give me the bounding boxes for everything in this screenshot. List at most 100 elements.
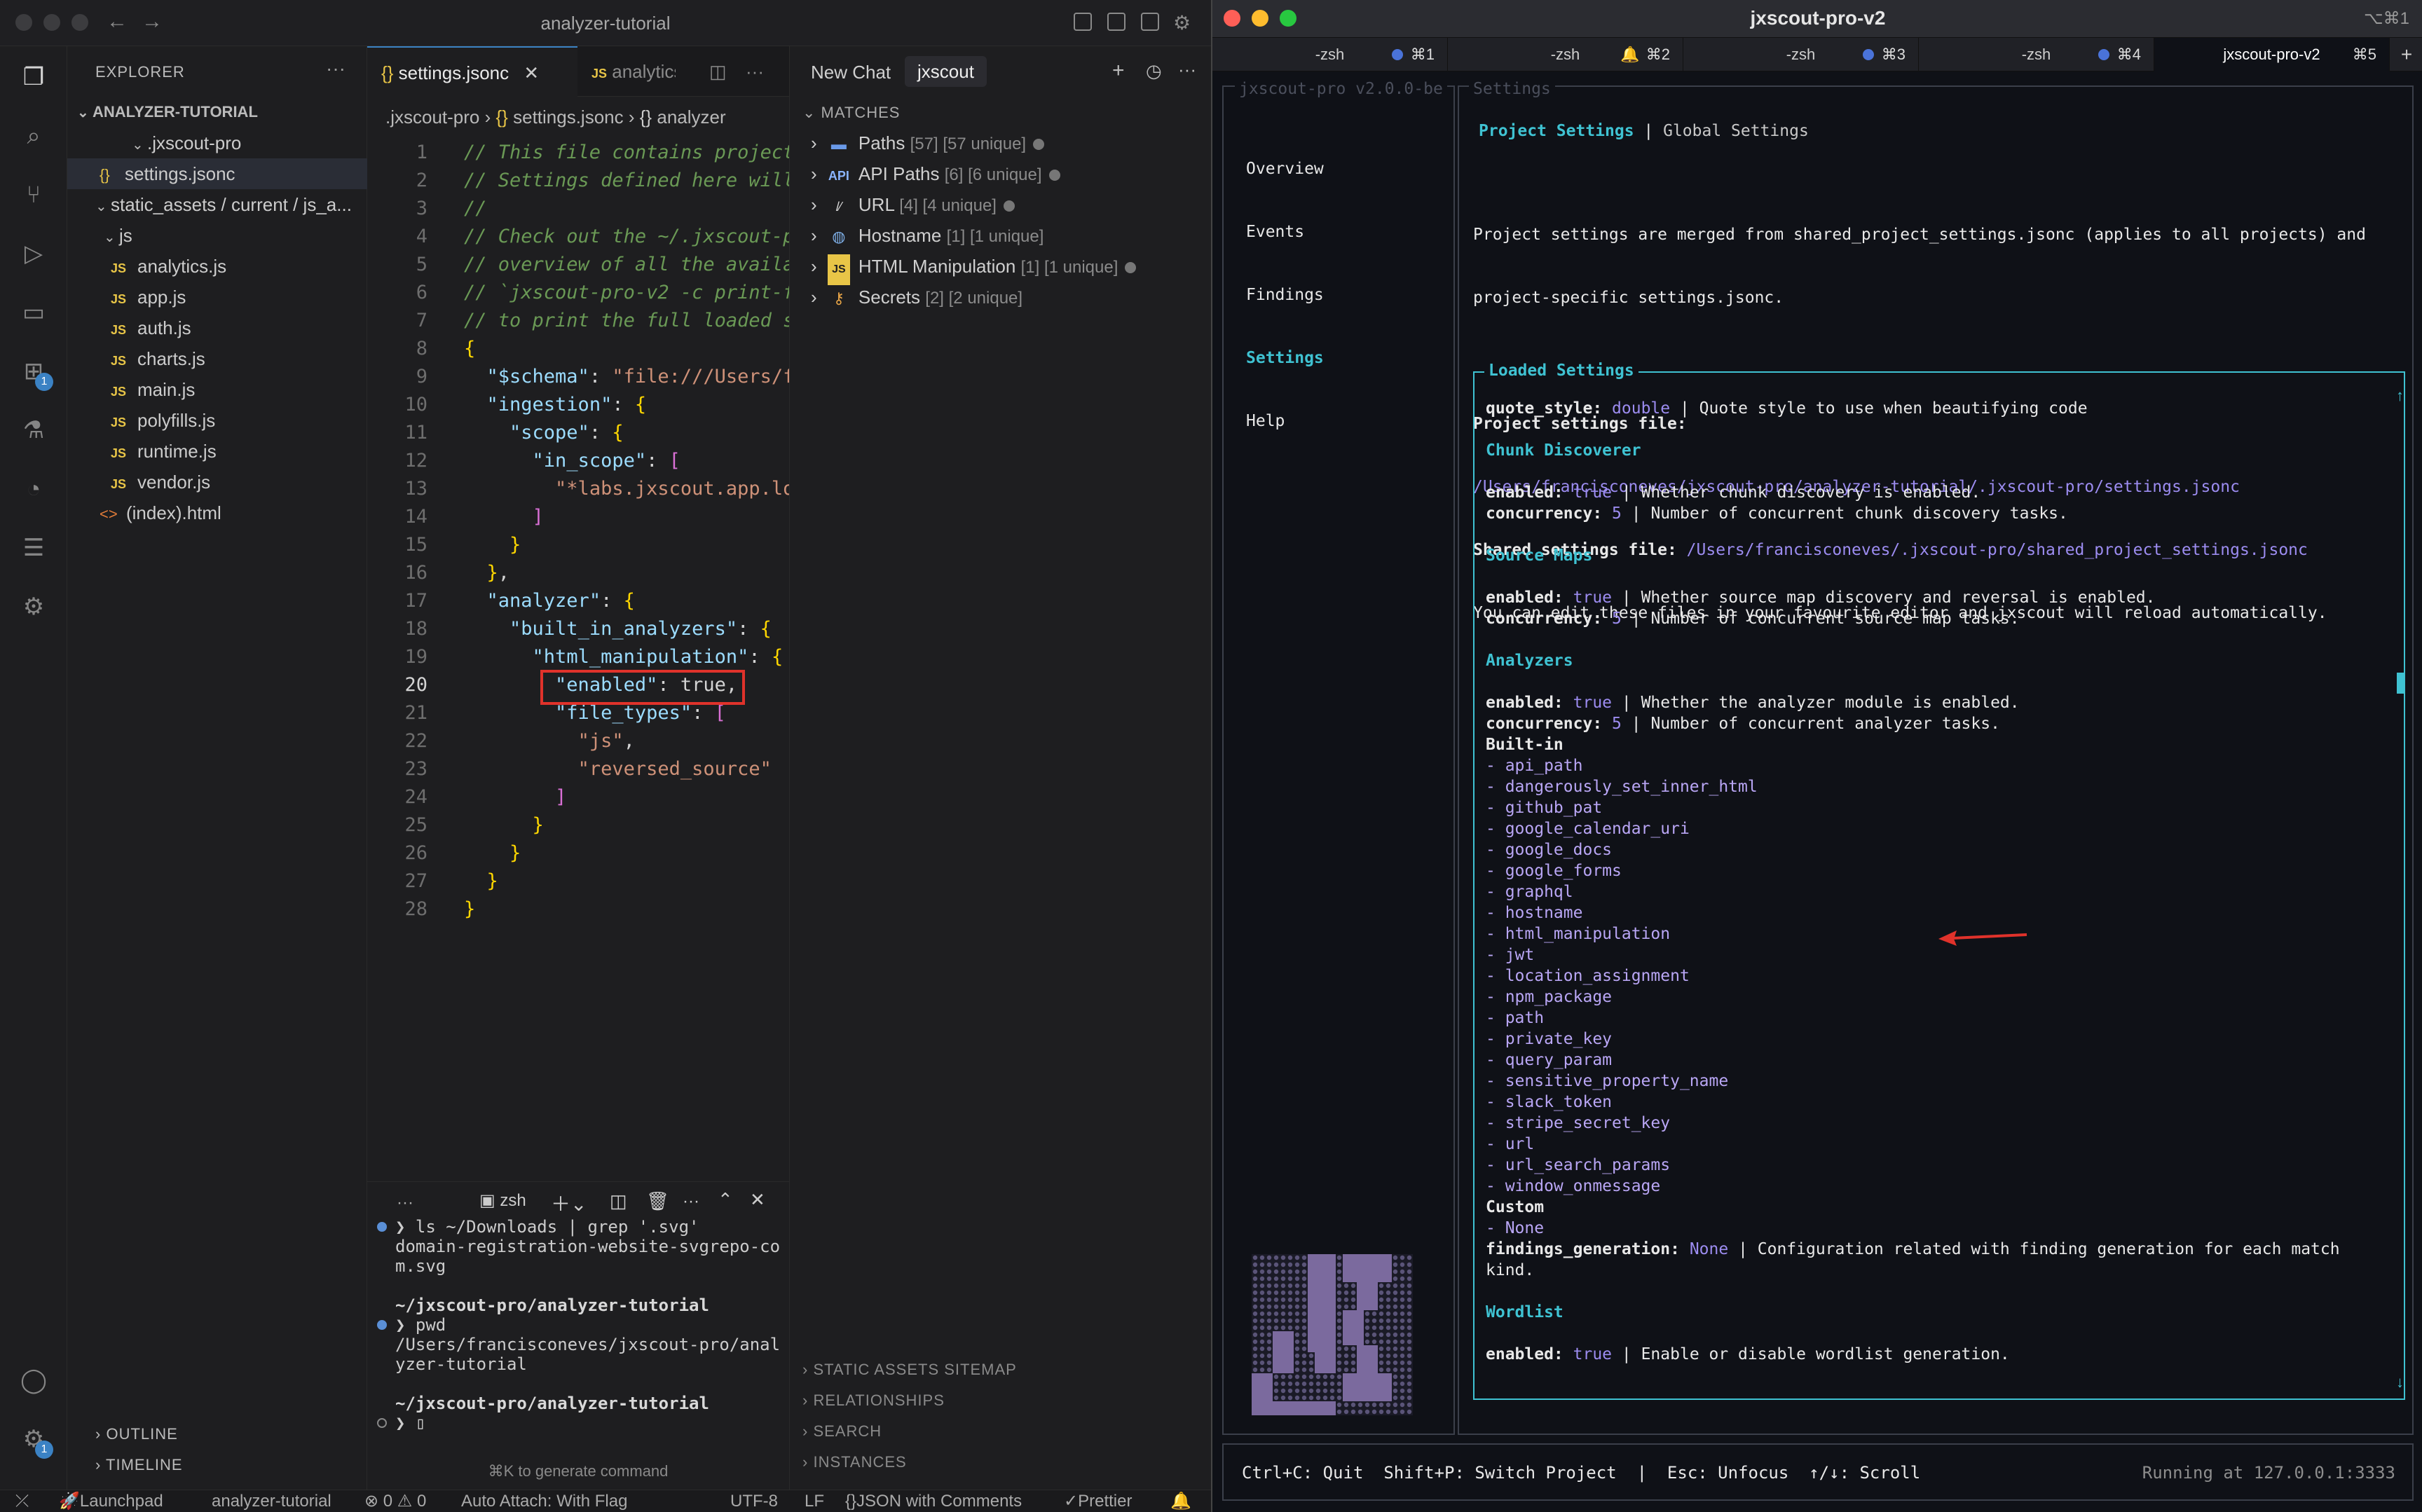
tree-item-js-file[interactable]: JS main.js xyxy=(67,374,367,405)
match-row-hostname[interactable]: › ◍ Hostname [1] [1 unique] xyxy=(811,220,1044,251)
nav-item-help[interactable]: Help xyxy=(1246,411,1324,432)
code-line[interactable]: 16 }, xyxy=(367,559,789,587)
run-debug-icon[interactable]: ▷ xyxy=(17,237,50,270)
loaded-settings-box[interactable]: Loaded Settings ↑ ↓ quote_style: double … xyxy=(1473,360,2405,1400)
code-line[interactable]: 12 "in_scope": [ xyxy=(367,447,789,475)
code-line[interactable]: 8{ xyxy=(367,335,789,363)
match-row-html-manipulation[interactable]: › JS HTML Manipulation [1] [1 unique] xyxy=(811,251,1137,285)
code-line[interactable]: 3 // xyxy=(367,195,789,223)
code-line[interactable]: 17 "analyzer": { xyxy=(367,587,789,615)
explorer-files-icon[interactable]: ❐ xyxy=(17,60,50,94)
terminal-tab-5[interactable]: jxscout-pro-v2 ⌘5 xyxy=(2154,38,2390,71)
nav-item-findings[interactable]: Findings xyxy=(1246,284,1324,305)
language-status[interactable]: {} JSON with Comments xyxy=(845,1490,1022,1512)
code-line[interactable]: 22 "js", xyxy=(367,727,789,755)
toggle-sidebar-icon[interactable] xyxy=(1074,13,1092,31)
code-line[interactable]: 25 } xyxy=(367,811,789,839)
breadcrumb-item[interactable]: settings.jsonc xyxy=(513,106,624,128)
tree-item-js-file[interactable]: JS auth.js xyxy=(67,312,367,343)
split-terminal-icon[interactable]: ◫ xyxy=(610,1190,627,1212)
remote-indicator-icon[interactable]: ⤫ xyxy=(15,1490,29,1512)
jxscout-extension-icon[interactable]: ⚙ xyxy=(17,590,50,624)
code-line[interactable]: 13 "*labs.jxscout.app.loc xyxy=(367,475,789,503)
breadcrumb-item[interactable]: .jxscout-pro xyxy=(385,106,479,128)
toggle-secondary-sidebar-icon[interactable] xyxy=(1141,13,1159,31)
code-line[interactable]: 24 ] xyxy=(367,783,789,811)
tree-item-js-file[interactable]: JS polyfills.js xyxy=(67,405,367,436)
remote-explorer-icon[interactable]: ▭ xyxy=(17,296,50,329)
code-line[interactable]: 27 } xyxy=(367,867,789,895)
tree-item-js-file[interactable]: JS runtime.js xyxy=(67,436,367,467)
code-line[interactable]: 19 "html_manipulation": { xyxy=(367,643,789,671)
prettier-status[interactable]: ✓ Prettier xyxy=(1064,1490,1132,1512)
timeline-history-icon[interactable]: ◔ xyxy=(17,472,50,506)
code-line[interactable]: 18 "built_in_analyzers": { xyxy=(367,615,789,643)
code-line[interactable]: 9 "$schema": "file:///Users/fr xyxy=(367,363,789,391)
outline-section[interactable]: › OUTLINE xyxy=(95,1425,178,1443)
code-line[interactable]: 11 "scope": { xyxy=(367,419,789,447)
eol-status[interactable]: LF xyxy=(805,1490,824,1512)
code-line[interactable]: 7 // to print the full loaded se xyxy=(367,307,789,335)
code-line[interactable]: 6 // `jxscout-pro-v2 -c print-fu xyxy=(367,279,789,307)
terminal-shell-selector[interactable]: ▣ zsh xyxy=(479,1190,526,1211)
code-line[interactable]: 1 // This file contains project xyxy=(367,139,789,167)
tree-item-jxscout-pro[interactable]: ⌄ .jxscout-pro xyxy=(67,128,367,158)
code-line[interactable]: 4 // Check out the ~/.jxscout-pr xyxy=(367,223,789,251)
terminal-tab-3[interactable]: -zsh ⌘3 xyxy=(1683,38,1919,71)
launchpad-item[interactable]: 🚀 Launchpad xyxy=(59,1490,163,1512)
scroll-down-icon[interactable]: ↓ xyxy=(2396,1373,2404,1391)
encoding-status[interactable]: UTF-8 xyxy=(730,1490,778,1512)
scrollbar-thumb[interactable] xyxy=(2397,673,2405,694)
tab-settings-jsonc[interactable]: {} settings.jsonc ✕ xyxy=(367,46,577,97)
editor-more-icon[interactable]: ··· xyxy=(746,46,781,97)
code-line[interactable]: 26 } xyxy=(367,839,789,867)
tab-analytics[interactable]: JS analytics. xyxy=(577,46,676,97)
section-search[interactable]: › SEARCH xyxy=(802,1422,882,1441)
jxscout-tab[interactable]: jxscout xyxy=(905,56,987,87)
auto-attach-status[interactable]: Auto Attach: With Flag xyxy=(461,1490,627,1512)
extensions-icon[interactable]: ⊞ 1 xyxy=(17,355,53,391)
code-line[interactable]: 10 "ingestion": { xyxy=(367,391,789,419)
nav-item-settings[interactable]: Settings xyxy=(1246,348,1324,369)
tree-item-js-file[interactable]: JS vendor.js xyxy=(67,467,367,497)
new-terminal-icon[interactable]: ＋⌄ xyxy=(551,1189,587,1217)
breadcrumb-item[interactable]: analyzer xyxy=(657,106,725,128)
terminal-actions-icon[interactable]: ··· xyxy=(683,1192,699,1211)
tree-item-js-file[interactable]: JS app.js xyxy=(67,282,367,312)
code-line[interactable]: 14 ] xyxy=(367,503,789,531)
matches-header[interactable]: ⌄ MATCHES xyxy=(802,104,900,122)
more-actions-icon[interactable]: ··· xyxy=(326,57,345,80)
trash-icon[interactable]: 🗑 xyxy=(646,1190,669,1212)
section-static-assets-sitemap[interactable]: › STATIC ASSETS SITEMAP xyxy=(802,1361,1017,1379)
scroll-up-icon[interactable]: ↑ xyxy=(2396,387,2404,405)
tree-item-js-file[interactable]: JS analytics.js xyxy=(67,251,367,282)
code-line[interactable]: 15 } xyxy=(367,531,789,559)
new-chat-tab[interactable]: New Chat xyxy=(811,62,891,83)
nav-item-overview[interactable]: Overview xyxy=(1246,158,1324,179)
tree-item-js-file[interactable]: JS charts.js xyxy=(67,343,367,374)
timeline-section[interactable]: › TIMELINE xyxy=(95,1456,183,1474)
testing-flask-icon[interactable]: ⚗ xyxy=(17,413,50,447)
match-row-url[interactable]: › /⁄ URL [4] [4 unique] xyxy=(811,189,1015,220)
folder-status[interactable]: analyzer-tutorial xyxy=(212,1490,331,1512)
code-line[interactable]: 2 // Settings defined here will xyxy=(367,167,789,195)
database-icon[interactable]: ☰ xyxy=(17,531,50,565)
history-icon[interactable]: ◷ xyxy=(1146,60,1162,82)
settings-gear-icon[interactable]: ⚙ xyxy=(1173,11,1191,34)
tree-item-html-file[interactable]: <> (index).html xyxy=(67,497,367,528)
code-line[interactable]: 23 "reversed_source" xyxy=(367,755,789,783)
close-panel-icon[interactable]: ✕ xyxy=(750,1189,765,1211)
match-row-paths[interactable]: › ▬ Paths [57] [57 unique] xyxy=(811,128,1045,158)
terminal-more-icon[interactable]: ··· xyxy=(397,1193,413,1213)
problems-status[interactable]: ⊗ 0 ⚠ 0 xyxy=(364,1490,426,1512)
tab-global-settings[interactable]: Global Settings xyxy=(1663,122,1809,140)
notifications-bell-icon[interactable]: 🔔 xyxy=(1170,1490,1191,1512)
terminal-tab-2[interactable]: -zsh 🔔 ⌘2 xyxy=(1448,38,1683,71)
nav-item-events[interactable]: Events xyxy=(1246,221,1324,242)
source-control-icon[interactable]: ⑂ xyxy=(17,178,50,212)
new-tab-button[interactable]: + xyxy=(2390,38,2422,71)
maximize-panel-icon[interactable]: ⌃ xyxy=(718,1189,733,1211)
tree-item-js-folder[interactable]: ⌄ js xyxy=(67,220,367,251)
account-icon[interactable]: ◯ xyxy=(17,1363,50,1397)
search-icon[interactable]: ⌕ xyxy=(17,119,50,153)
